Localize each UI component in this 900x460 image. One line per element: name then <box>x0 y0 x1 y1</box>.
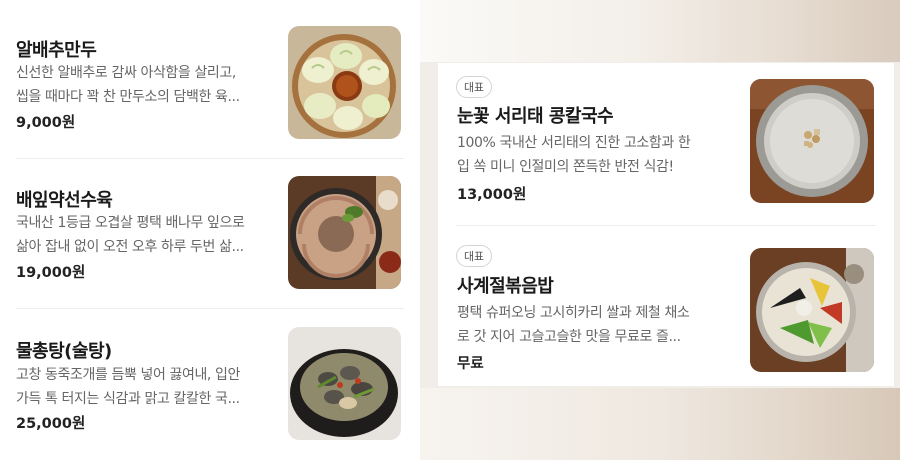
background-blur-bottom <box>420 388 900 460</box>
menu-item-title: 배잎약선수육 <box>16 190 113 211</box>
menu-item-price: 19,000원 <box>16 265 86 281</box>
menu-item-desc-line2: 삶아 잡내 없이 오전 오후 하루 두번 삶... <box>16 239 244 255</box>
signature-badge: 대표 <box>456 76 492 98</box>
background-blur-top <box>420 0 900 62</box>
menu-item-desc-line2: 씹을 때마다 꽉 찬 만두소의 담백한 육... <box>16 89 240 105</box>
menu-item-title: 사계절볶음밥 <box>457 276 554 297</box>
menu-item-desc-line1: 신선한 알배추로 감싸 아삭함을 살리고, <box>16 65 236 81</box>
menu-item-title: 눈꽃 서리태 콩칼국수 <box>457 106 614 127</box>
fried-rice-image <box>750 248 874 372</box>
menu-item-desc-line2: 가득 톡 터지는 식감과 맑고 칼칼한 국... <box>16 391 240 407</box>
menu-item-mandu[interactable]: 알배추만두 신선한 알배추로 감싸 아삭함을 살리고, 씹을 때마다 꽉 찬 만… <box>0 0 420 158</box>
menu-item-desc-line1: 100% 국내산 서리태의 진한 고소함과 한 <box>457 135 691 151</box>
menu-item-desc-line1: 국내산 1등급 오겹살 평택 배나무 잎으로 <box>16 215 245 231</box>
menu-item-mulchongtang[interactable]: 물총탕(술탕) 고창 동죽조개를 듬뿍 넣어 끓여내, 입안 가득 톡 터지는 … <box>0 308 420 460</box>
steamed-dumplings-image <box>288 26 401 139</box>
menu-item-price: 13,000원 <box>457 187 527 203</box>
boiled-pork-image <box>288 176 401 289</box>
menu-item-desc-line2: 입 쏙 미니 인절미의 쫀득한 반전 식감! <box>457 159 674 175</box>
clam-soup-image <box>288 327 401 440</box>
menu-item-title: 물총탕(술탕) <box>16 341 112 362</box>
menu-item-desc-line2: 로 갓 지어 고슬고슬한 맛을 무료로 즐... <box>457 329 681 345</box>
menu-item-bokkeumbap[interactable]: 대표 사계절볶음밥 평택 슈퍼오닝 고시히카리 쌀과 제철 채소 로 갓 지어 … <box>438 225 894 386</box>
menu-list-right: 대표 눈꽃 서리태 콩칼국수 100% 국내산 서리태의 진한 고소함과 한 입… <box>438 63 894 386</box>
soybean-noodle-image <box>750 79 874 203</box>
menu-item-suyuk[interactable]: 배잎약선수육 국내산 1등급 오겹살 평택 배나무 잎으로 삶아 잡내 없이 오… <box>0 158 420 308</box>
menu-item-price: 9,000원 <box>16 115 76 131</box>
menu-list-left: 알배추만두 신선한 알배추로 감싸 아삭함을 살리고, 씹을 때마다 꽉 찬 만… <box>0 0 420 460</box>
menu-item-kongkalguksu[interactable]: 대표 눈꽃 서리태 콩칼국수 100% 국내산 서리태의 진한 고소함과 한 입… <box>438 63 894 225</box>
menu-item-desc-line1: 평택 슈퍼오닝 고시히카리 쌀과 제철 채소 <box>457 305 690 321</box>
menu-item-price: 25,000원 <box>16 416 86 432</box>
menu-item-price: 무료 <box>457 356 484 372</box>
signature-badge: 대표 <box>456 245 492 267</box>
menu-item-title: 알배추만두 <box>16 40 97 61</box>
menu-item-desc-line1: 고창 동죽조개를 듬뿍 넣어 끓여내, 입안 <box>16 367 240 383</box>
